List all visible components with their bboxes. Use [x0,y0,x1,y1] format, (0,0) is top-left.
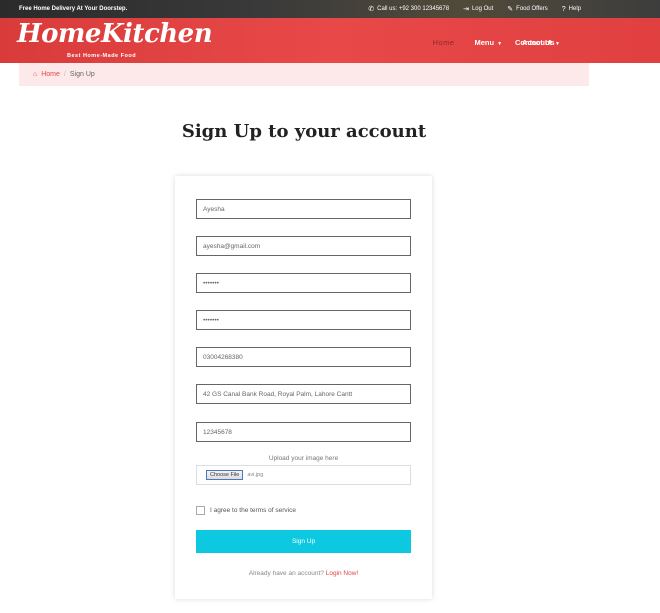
help-text: Help [568,6,581,12]
site-logo[interactable]: HomeKitchen [17,19,213,49]
zip-input[interactable]: 12345678 [196,422,411,442]
file-upload: Choose File avi.jpg [196,465,411,485]
terms-checkbox[interactable] [196,506,205,515]
login-link[interactable]: Login Now! [326,570,359,577]
login-prompt-text: Already have an account? [248,570,324,577]
tag-icon: ✎ [507,6,514,13]
promo-text: Free Home Delivery At Your Doorstep. [19,6,128,12]
food-offers-link[interactable]: ✎ Food Offers [507,5,547,13]
chevron-down-icon: ▼ [497,41,503,47]
name-input[interactable]: Ayesha [196,199,411,219]
logout-link[interactable]: ⇥ Log Out [463,5,493,13]
food-offers-text: Food Offers [516,6,548,12]
site-tagline: Best Home-Made Food [67,53,137,59]
help-link[interactable]: ? Help [562,5,581,13]
breadcrumb-home[interactable]: Home [41,71,60,78]
confirm-password-input[interactable]: ••••••• [196,310,411,330]
upload-label: Upload your image here [268,455,339,462]
terms-row: I agree to the terms of service [196,506,296,515]
top-links: ✆ Call us: +92 300 12345678 ⇥ Log Out ✎ … [368,5,581,14]
password-input[interactable]: ••••••• [196,273,411,293]
signup-button[interactable]: Sign Up [196,530,411,553]
call-link[interactable]: ✆ Call us: +92 300 12345678 [368,5,449,13]
nav-contact[interactable]: Contact Us [515,38,555,47]
choose-file-button[interactable]: Choose File [206,470,244,480]
home-icon: ⌂ [33,71,38,78]
page-title: Sign Up to your account [181,121,427,142]
help-icon: ? [561,5,566,13]
logout-icon: ⇥ [463,6,469,13]
file-name: avi.jpg [247,472,264,478]
top-bar: Free Home Delivery At Your Doorstep. ✆ C… [0,0,660,18]
email-input[interactable]: ayesha@gmail.com [196,236,411,256]
nav-menu-label: Menu [474,38,495,47]
site-header: HomeKitchen Best Home-Made Food Home Men… [0,18,660,63]
login-prompt: Already have an account? Login Now! [175,570,432,577]
nav-menu[interactable]: Menu ▼ [475,38,503,47]
phone-icon: ✆ [368,6,375,13]
breadcrumb-separator: / [63,71,66,78]
chevron-down-icon: ▼ [555,41,560,47]
terms-label: I agree to the terms of service [210,507,296,514]
breadcrumb-current: Sign Up [69,71,95,78]
call-text: Call us: +92 300 12345678 [377,6,450,12]
breadcrumb: ⌂ Home / Sign Up [19,63,589,86]
logout-text: Log Out [471,6,494,12]
address-input[interactable]: 42 GS Canal Bank Road, Royal Palm, Lahor… [196,384,411,404]
phone-input[interactable]: 03004268380 [196,347,411,367]
signup-card: Ayesha ayesha@gmail.com ••••••• ••••••• … [175,176,432,599]
nav-home[interactable]: Home [432,38,454,47]
